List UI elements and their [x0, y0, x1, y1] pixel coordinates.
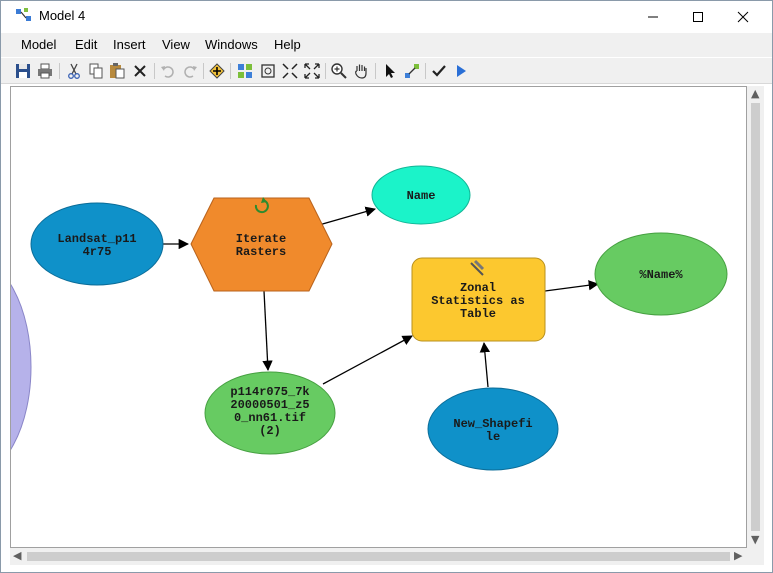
toolbar — [1, 58, 772, 84]
node-raster-label-3: 0_nn61.tif — [234, 411, 306, 425]
menu-bar: Model Edit Insert View Windows Help — [1, 33, 772, 57]
fixed-zoom-out-icon[interactable] — [303, 62, 321, 80]
node-landsat-label-2: 4r75 — [83, 245, 112, 259]
select-icon[interactable] — [381, 62, 399, 80]
print-icon[interactable] — [36, 62, 54, 80]
model-builder-icon — [15, 7, 33, 25]
model-builder-window: Model 4 Model Edit Insert View Windows H… — [0, 0, 773, 573]
auto-layout-icon[interactable] — [236, 62, 254, 80]
full-extent-icon[interactable] — [259, 62, 277, 80]
vertical-scroll-thumb[interactable] — [751, 103, 760, 531]
node-raster-label-2: 20000501_z5 — [230, 398, 309, 412]
vertical-scrollbar[interactable]: ▲ ▼ — [747, 86, 764, 548]
node-landsat-input[interactable]: Landsat_p11 4r75 — [30, 202, 164, 286]
node-raster-label-4: (2) — [259, 424, 281, 438]
connector-raster-zonal — [322, 335, 413, 385]
node-name-variable[interactable]: Name — [371, 165, 471, 225]
pan-icon[interactable] — [352, 62, 370, 80]
node-landsat-label-1: Landsat_p11 — [57, 232, 136, 246]
validate-icon[interactable] — [430, 62, 448, 80]
redo-icon[interactable] — [181, 62, 199, 80]
node-name-output-label: %Name% — [639, 268, 683, 282]
zoom-in-icon[interactable] — [330, 62, 348, 80]
fixed-zoom-in-icon[interactable] — [281, 62, 299, 80]
node-shapefile-label-1: New_Shapefi — [453, 417, 532, 431]
connector-zonal-output — [544, 280, 600, 292]
scroll-left-icon[interactable]: ◀ — [13, 549, 21, 562]
close-button[interactable] — [720, 1, 766, 32]
paste-icon[interactable] — [108, 62, 126, 80]
node-iterate-label-1: Iterate — [236, 232, 286, 246]
connect-icon[interactable] — [403, 62, 421, 80]
node-zonal-statistics[interactable]: Zonal Statistics as Table — [411, 257, 546, 342]
node-raster-label-1: p114r075_7k — [230, 385, 309, 399]
scroll-right-icon[interactable]: ▶ — [734, 549, 742, 562]
connector-iterate-raster — [262, 290, 273, 372]
node-raster-output[interactable]: p114r075_7k 20000501_z5 0_nn61.tif (2) — [204, 371, 336, 455]
title-bar: Model 4 — [1, 1, 772, 32]
scroll-down-icon[interactable]: ▼ — [751, 533, 759, 546]
horizontal-scroll-thumb[interactable] — [27, 552, 730, 561]
model-canvas[interactable]: Landsat_p11 4r75 Iterate Rasters Name p1… — [10, 86, 747, 548]
cut-icon[interactable] — [65, 62, 83, 80]
node-name-output[interactable]: %Name% — [594, 232, 728, 316]
node-zonal-label-2: Statistics as — [431, 294, 525, 308]
copy-icon[interactable] — [87, 62, 105, 80]
save-icon[interactable] — [14, 62, 32, 80]
delete-icon[interactable] — [131, 62, 149, 80]
model-diagram: Landsat_p11 4r75 Iterate Rasters Name p1… — [11, 165, 728, 471]
background-shape-left — [11, 284, 32, 450]
node-shapefile-label-2: le — [486, 430, 500, 444]
menu-windows[interactable]: Windows — [203, 37, 260, 52]
connector-iterate-name — [318, 206, 376, 226]
menu-insert[interactable]: Insert — [111, 37, 148, 52]
node-name-label: Name — [407, 189, 436, 203]
node-iterate-rasters[interactable]: Iterate Rasters — [190, 197, 333, 292]
maximize-button[interactable] — [675, 1, 721, 32]
menu-help[interactable]: Help — [272, 37, 303, 52]
menu-view[interactable]: View — [160, 37, 192, 52]
window-title: Model 4 — [39, 8, 86, 23]
connector-shapefile-zonal — [479, 341, 491, 388]
undo-icon[interactable] — [159, 62, 177, 80]
add-data-icon[interactable] — [208, 62, 226, 80]
scroll-up-icon[interactable]: ▲ — [751, 87, 759, 100]
run-icon[interactable] — [452, 62, 470, 80]
menu-model[interactable]: Model — [19, 37, 58, 52]
horizontal-scrollbar[interactable]: ◀ ▶ — [10, 548, 747, 565]
node-zonal-label-1: Zonal — [460, 281, 496, 295]
minimize-button[interactable] — [630, 1, 676, 32]
node-iterate-label-2: Rasters — [236, 245, 286, 259]
node-zonal-label-3: Table — [460, 307, 496, 321]
node-shapefile-input[interactable]: New_Shapefi le — [427, 387, 559, 471]
menu-edit[interactable]: Edit — [73, 37, 99, 52]
scrollbar-corner — [747, 548, 764, 565]
